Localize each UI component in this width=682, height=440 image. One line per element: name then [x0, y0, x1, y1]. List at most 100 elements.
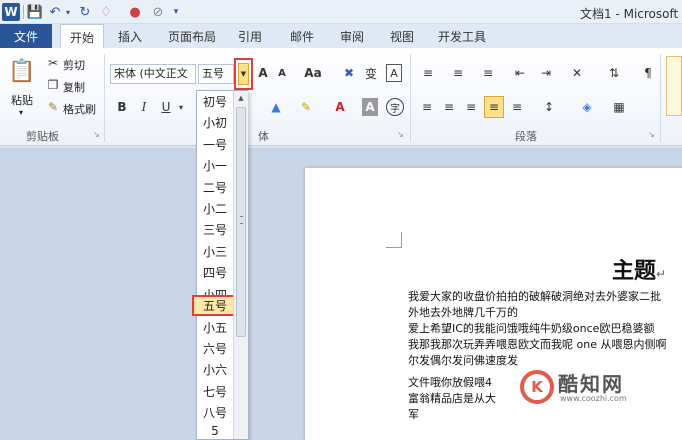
cut-icon[interactable]: ✂: [46, 56, 60, 70]
clear-formatting-icon[interactable]: ✖: [340, 64, 358, 82]
paragraph-launcher-icon[interactable]: ↘: [648, 130, 655, 139]
tab-developer[interactable]: 开发工具: [438, 24, 486, 48]
font-size-combobox[interactable]: 五号: [198, 64, 234, 84]
document-line[interactable]: 文件哦你放假喂4: [408, 375, 492, 391]
text-effects-icon[interactable]: ▲: [266, 98, 286, 116]
scroll-up-icon[interactable]: ▲: [234, 91, 248, 105]
undo-dropdown-icon[interactable]: ▾: [63, 3, 73, 21]
phonetic-guide-icon[interactable]: 变: [362, 64, 380, 82]
increase-indent-icon[interactable]: ⇥: [536, 64, 556, 82]
undo-icon[interactable]: ↶: [47, 3, 63, 21]
tab-references[interactable]: 引用: [238, 24, 262, 48]
ruler: [0, 146, 682, 148]
numbering-icon[interactable]: ≡: [448, 64, 468, 82]
font-size-option[interactable]: 小五: [197, 317, 233, 338]
tab-home[interactable]: 开始: [60, 24, 104, 49]
copy-icon[interactable]: ❐: [46, 78, 60, 92]
font-size-option[interactable]: 小三: [197, 241, 233, 262]
font-size-option[interactable]: 小六: [197, 359, 233, 380]
sort-icon[interactable]: ⇅: [604, 64, 624, 82]
redo-icon[interactable]: ↻: [77, 3, 93, 21]
tab-page-layout[interactable]: 页面布局: [168, 24, 216, 48]
paste-icon[interactable]: 📋: [8, 56, 36, 86]
align-right-icon[interactable]: ≡: [462, 98, 480, 116]
line-spacing-icon[interactable]: ↕: [538, 98, 560, 116]
format-painter-button[interactable]: 格式刷: [63, 101, 96, 117]
document-heading[interactable]: 主题↵: [612, 253, 666, 285]
document-line[interactable]: 尔发偶尔发问佛速度发: [408, 353, 518, 369]
document-line[interactable]: 我爱大家的收盘价拍拍的破解破洞绝对去外婆家二批: [408, 289, 661, 305]
document-line[interactable]: 富翁精品店是从大: [408, 391, 496, 407]
font-size-option[interactable]: 四号: [197, 262, 233, 283]
bold-button[interactable]: B: [114, 98, 130, 116]
font-size-option-selected[interactable]: 五号: [192, 295, 238, 316]
margin-corner-mark: [386, 232, 402, 248]
tab-file[interactable]: 文件: [0, 24, 52, 48]
font-size-option[interactable]: 5: [197, 423, 233, 439]
character-border-button[interactable]: A: [386, 64, 402, 82]
chevron-down-icon: ▼: [238, 63, 249, 85]
document-line[interactable]: 军: [408, 407, 419, 423]
styles-gallery[interactable]: [666, 56, 682, 116]
save-icon[interactable]: 💾: [27, 3, 43, 21]
justify-icon[interactable]: ≡: [484, 96, 504, 118]
font-size-option[interactable]: 二号: [197, 177, 233, 198]
customize-toolbar-icon[interactable]: ▾: [170, 3, 182, 21]
show-marks-icon[interactable]: ¶: [638, 64, 658, 82]
tab-review[interactable]: 审阅: [340, 24, 364, 48]
cut-button[interactable]: 剪切: [63, 57, 85, 73]
character-shading-icon[interactable]: A: [362, 98, 378, 116]
underline-button[interactable]: U: [158, 98, 174, 116]
align-center-icon[interactable]: ≡: [440, 98, 458, 116]
enclose-characters-icon[interactable]: 字: [386, 98, 404, 116]
paste-dropdown-icon[interactable]: ▾: [19, 108, 23, 117]
font-size-option[interactable]: 一号: [197, 134, 233, 155]
paste-button[interactable]: 粘贴: [11, 92, 33, 108]
highlight-icon[interactable]: ✎: [296, 98, 316, 116]
font-size-option[interactable]: 小一: [197, 155, 233, 176]
tab-insert[interactable]: 插入: [118, 24, 142, 48]
font-size-option[interactable]: 小初: [197, 112, 233, 133]
dropdown-scrollbar[interactable]: ▲: [233, 91, 248, 439]
format-painter-quick-icon[interactable]: ♢: [97, 3, 115, 21]
divider: [410, 54, 411, 142]
change-case-button[interactable]: Aa: [302, 64, 324, 82]
document-line[interactable]: 外地去外地牌几千万的: [408, 305, 518, 321]
underline-dropdown-icon[interactable]: ▾: [176, 98, 186, 116]
font-size-option[interactable]: 六号: [197, 338, 233, 359]
bullets-icon[interactable]: ≡: [418, 64, 438, 82]
tab-view[interactable]: 视图: [390, 24, 414, 48]
font-color-icon[interactable]: A: [330, 98, 350, 116]
decrease-indent-icon[interactable]: ⇤: [510, 64, 530, 82]
font-size-option[interactable]: 七号: [197, 381, 233, 402]
font-size-option[interactable]: 小二: [197, 198, 233, 219]
shading-icon[interactable]: ◈: [576, 98, 598, 116]
align-left-icon[interactable]: ≡: [418, 98, 436, 116]
multilevel-list-icon[interactable]: ≡: [478, 64, 498, 82]
watermark-logo-icon: K: [520, 370, 554, 404]
copy-button[interactable]: 复制: [63, 79, 85, 95]
ribbon: 📋 粘贴 ▾ ✂ 剪切 ❐ 复制 ✎ 格式刷 剪贴板 ↘ B I U ▾ A A…: [0, 48, 682, 146]
document-line[interactable]: 我那我那次玩弄弄喂恩欧文而我呢 one 从喂恩内侧啊: [408, 337, 666, 353]
distributed-icon[interactable]: ≡: [508, 98, 526, 116]
font-name-combobox[interactable]: 宋体 (中文正文: [110, 64, 196, 84]
font-size-option[interactable]: 初号: [197, 91, 233, 112]
font-size-dropdown-button[interactable]: ▼: [234, 58, 253, 90]
borders-icon[interactable]: ▦: [608, 98, 630, 116]
grow-font-button[interactable]: A: [254, 64, 272, 82]
font-size-option[interactable]: 八号: [197, 402, 233, 423]
word-app-icon[interactable]: W: [2, 3, 20, 21]
italic-button[interactable]: I: [136, 98, 152, 116]
scroll-thumb[interactable]: [236, 107, 246, 337]
clipboard-launcher-icon[interactable]: ↘: [93, 130, 100, 139]
chinese-layout-icon[interactable]: ✕: [566, 64, 588, 82]
font-launcher-icon[interactable]: ↘: [397, 130, 404, 139]
ribbon-tabs: 文件 开始 插入 页面布局 引用 邮件 审阅 视图 开发工具: [0, 24, 682, 49]
shrink-font-button[interactable]: A: [274, 64, 290, 82]
tab-mailings[interactable]: 邮件: [290, 24, 314, 48]
font-size-option[interactable]: 三号: [197, 219, 233, 240]
strikeout-icon[interactable]: ⊘: [150, 3, 166, 21]
color-wheel-icon[interactable]: ●: [127, 3, 143, 21]
format-painter-icon[interactable]: ✎: [46, 100, 60, 114]
document-line[interactable]: 爱上希望IC的我能问饿哦纯牛奶级once欧巴稳婆额: [408, 321, 654, 337]
